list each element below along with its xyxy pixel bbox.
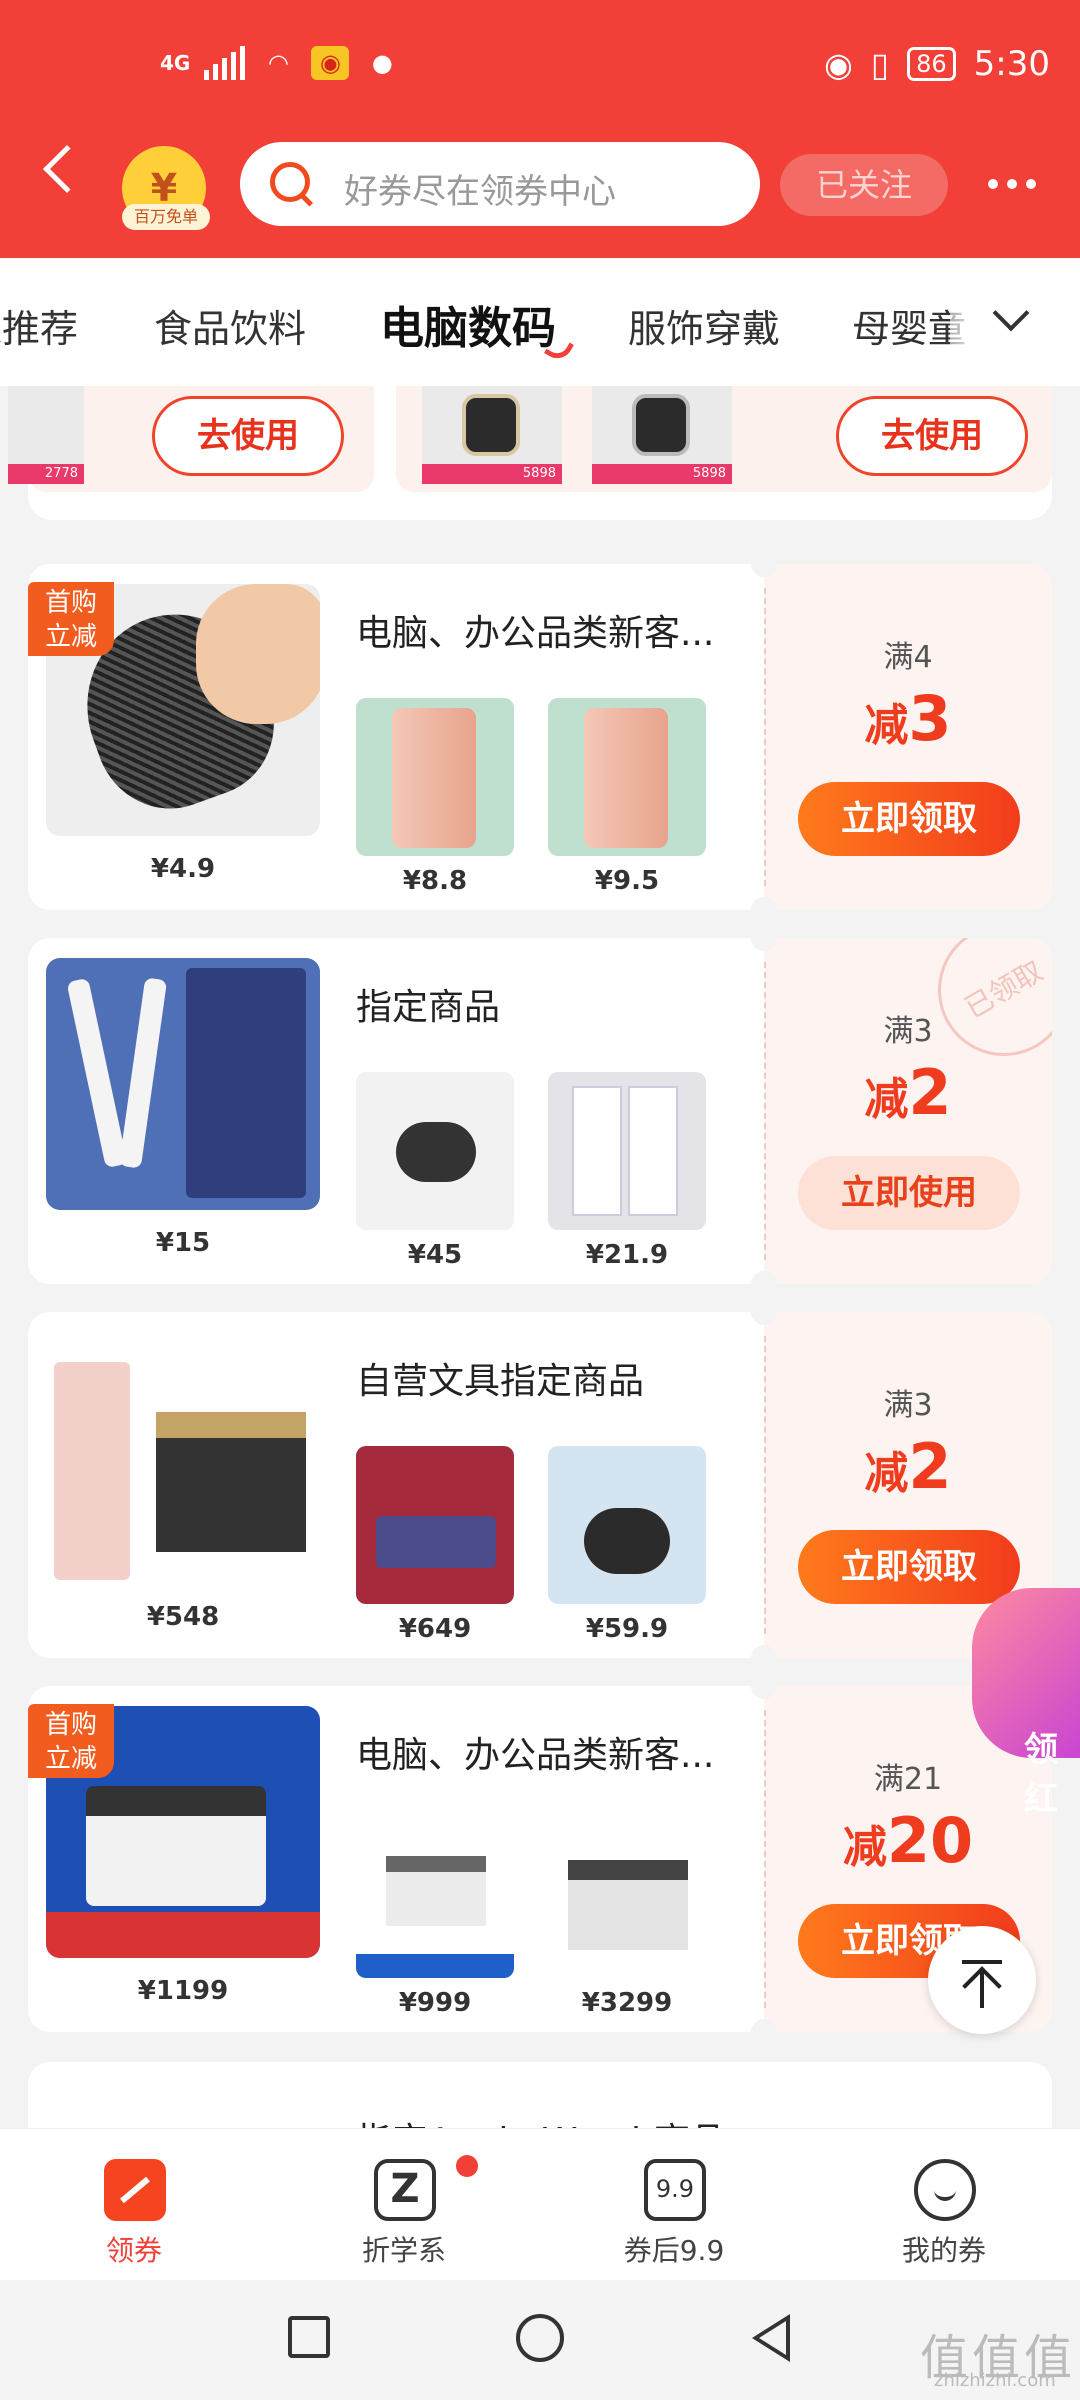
coupon-amount: 减20: [842, 1804, 974, 1877]
first-buy-badge: 首购 立减: [28, 582, 114, 656]
more-dots-icon[interactable]: [980, 164, 1044, 204]
product-image[interactable]: [46, 958, 320, 1210]
promo-label[interactable]: 领红: [1024, 1722, 1080, 1820]
tab-food-drink[interactable]: 食品饮料: [154, 298, 306, 353]
coupon-amount: 减2: [864, 1056, 952, 1129]
product-thumb[interactable]: [356, 1446, 514, 1604]
tab-apparel[interactable]: 服饰穿戴: [628, 298, 780, 353]
nav-item-after-coupon-9-9[interactable]: 9.9 券后9.9: [574, 2129, 774, 2281]
nav-item-my-coupons[interactable]: 我的券: [844, 2129, 1044, 2281]
nav-label: 我的券: [901, 2234, 986, 2267]
notification-dot: [456, 2155, 478, 2177]
thumb-price: ¥3299: [581, 1988, 673, 2018]
search-icon: [270, 162, 310, 202]
use-coupon-button[interactable]: 去使用: [836, 396, 1028, 476]
top-coupon-card: 2778 去使用 5898 5898 去使用: [8, 386, 1052, 520]
coupon-title: 电脑、办公品类新客...: [356, 613, 715, 654]
coupon-card[interactable]: ¥548 自营文具指定商品 ¥649 ¥59.9 满3 减2 立即领取: [28, 1312, 1052, 1658]
clock: 5:30: [973, 44, 1050, 84]
product-price: ¥1199: [137, 1976, 229, 2006]
coupon-card[interactable]: 首购 立减 ¥1199 电脑、办公品类新客... ¥999 ¥3299 满21 减…: [28, 1686, 1052, 2032]
coupon-icon: [104, 2159, 166, 2221]
arrow-up-to-top-icon[interactable]: [928, 1926, 1036, 2034]
battery-icon: 86: [907, 47, 956, 81]
product-thumb[interactable]: [548, 1820, 706, 1978]
coupon-list: 2778 去使用 5898 5898 去使用 首购 立减 ¥4.9 电脑、办公品类…: [0, 386, 1080, 2128]
product-thumb[interactable]: [548, 1072, 706, 1230]
thumb-price: ¥21.9: [585, 1240, 669, 1270]
first-buy-badge: 首购 立减: [28, 1704, 114, 1778]
nav-label: 券后9.9: [623, 2234, 725, 2267]
nav-label: 领券: [105, 2234, 162, 2267]
category-tabs: X推荐 食品饮料 电脑数码 服饰穿戴 母婴童: [0, 258, 1080, 386]
coupon-title: 电脑、办公品类新客...: [356, 1735, 715, 1776]
thumb-price: ¥9.5: [594, 866, 660, 896]
claim-button[interactable]: 立即领取: [798, 782, 1020, 856]
product-image[interactable]: 2778: [8, 386, 84, 484]
thumb-price: ¥59.9: [585, 1614, 669, 1644]
coupon-card[interactable]: 已领取 ¥15 指定商品 ¥45 ¥21.9 满3 减2 立即使用: [28, 938, 1052, 1284]
watermark-url: zhizhizhi.com: [934, 2370, 1056, 2391]
home-icon[interactable]: [516, 2314, 564, 2362]
tab-recommend[interactable]: X推荐: [0, 298, 78, 353]
top-coupon-cell: 2778 去使用: [8, 386, 374, 492]
coupon-amount: 减3: [864, 682, 952, 755]
nav-item-coupons[interactable]: 领券: [34, 2129, 234, 2281]
follow-button[interactable]: 已关注: [780, 154, 948, 216]
vibrate-icon: ▯: [870, 44, 890, 84]
price-bar: 2778: [8, 464, 84, 484]
search-placeholder: 好券尽在领券中心: [344, 172, 616, 212]
wifi-icon: ◠: [267, 49, 289, 77]
product-thumb[interactable]: [356, 1072, 514, 1230]
mascot-label[interactable]: 百万免单: [122, 204, 210, 230]
signal-bars-icon: [204, 46, 246, 80]
recents-icon[interactable]: [288, 2316, 330, 2358]
signal-label: 4G: [160, 51, 191, 75]
coupon-amount: 减2: [864, 1430, 952, 1503]
eye-comfort-icon: ◉: [824, 44, 853, 84]
coupon-threshold: 满3: [883, 1388, 933, 1423]
system-nav-bar: [0, 2280, 1080, 2400]
use-now-button[interactable]: 立即使用: [798, 1156, 1020, 1230]
coupon-title: 指定Apple Watch商品: [356, 2112, 726, 2128]
price-bar: 5898: [592, 464, 732, 484]
product-image[interactable]: 5898: [422, 386, 562, 484]
thumb-price: ¥999: [398, 1988, 472, 2018]
product-thumb[interactable]: [356, 698, 514, 856]
tab-mother-baby[interactable]: 母婴童: [852, 298, 966, 353]
tab-computer-digital[interactable]: 电脑数码: [380, 292, 556, 356]
thumb-price: ¥8.8: [402, 866, 468, 896]
claim-button[interactable]: 立即领取: [798, 1530, 1020, 1604]
coupon-threshold: 满4: [883, 640, 933, 675]
product-price: ¥548: [146, 1602, 220, 1632]
top-coupon-cell: 5898 5898 去使用: [396, 386, 1052, 492]
coupon-threshold: 满3: [883, 1014, 933, 1049]
z-logo-icon: Z: [374, 2159, 436, 2221]
product-thumb[interactable]: [548, 698, 706, 856]
coupon-card[interactable]: 首购 立减 ¥4.9 电脑、办公品类新客... ¥8.8 ¥9.5 满4 减3 立…: [28, 564, 1052, 910]
price-bar: 5898: [422, 464, 562, 484]
product-thumb[interactable]: [356, 1820, 514, 1978]
product-thumb[interactable]: [548, 1446, 706, 1604]
search-bar[interactable]: 好券尽在领券中心: [240, 142, 760, 226]
nav-label: 折学系: [361, 2234, 446, 2267]
smile-icon: [914, 2159, 976, 2221]
status-bar: 4G ◠ ◉ ● ◉ ▯ 86 5:30: [0, 38, 1080, 98]
product-price: ¥15: [155, 1228, 211, 1258]
thumb-price: ¥45: [407, 1240, 463, 1270]
product-image[interactable]: [46, 1332, 320, 1584]
coupon-title: 指定商品: [356, 987, 501, 1028]
coupon-threshold: 满21: [873, 1762, 943, 1797]
product-image[interactable]: 5898: [592, 386, 732, 484]
coupon-title: 自营文具指定商品: [356, 1361, 645, 1402]
bottom-nav: 领券 Z 折学系 9.9 券后9.9 我的券: [0, 2128, 1080, 2280]
thumb-price: ¥649: [398, 1614, 472, 1644]
nav-item-zhexuexi[interactable]: Z 折学系: [304, 2129, 504, 2281]
price-9-9-icon: 9.9: [644, 2159, 706, 2221]
use-coupon-button[interactable]: 去使用: [152, 396, 344, 476]
wechat-icon: ●: [371, 49, 393, 77]
product-price: ¥4.9: [150, 854, 216, 884]
back-triangle-icon[interactable]: [752, 2314, 790, 2362]
weibo-icon: ◉: [311, 46, 350, 80]
